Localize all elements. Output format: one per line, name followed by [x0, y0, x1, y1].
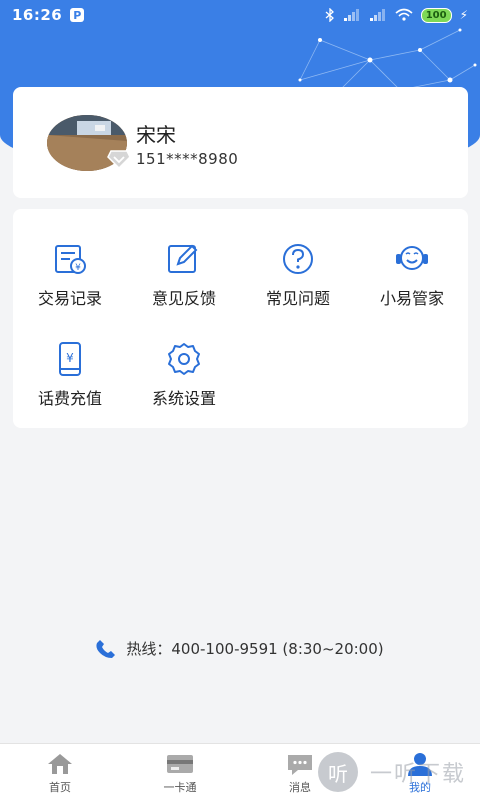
svg-text:¥: ¥	[75, 263, 81, 273]
user-phone: 151****8980	[136, 150, 239, 168]
menu-item-transaction-record[interactable]: ¥ 交易记录	[13, 242, 127, 309]
svg-text:¥: ¥	[66, 351, 74, 365]
hotline-text: 热线：400-100-9591 (8:30~20:00)	[126, 640, 384, 658]
settings-gear-icon	[168, 343, 200, 375]
profile-card[interactable]: 宋宋 151****8980	[13, 87, 468, 198]
signal-icon	[343, 9, 359, 21]
message-icon	[288, 755, 312, 775]
menu-item-label: 交易记录	[37, 289, 102, 308]
signal-2-icon	[369, 9, 385, 21]
phone-icon	[96, 639, 116, 658]
parking-notification-icon: P	[70, 8, 85, 22]
hotline[interactable]: 热线：400-100-9591 (8:30~20:00)	[0, 638, 480, 659]
phone-recharge-icon: ¥	[59, 342, 81, 376]
menu-item-label: 常见问题	[265, 289, 330, 308]
watermark-logo: 听	[318, 752, 358, 792]
menu-item-label: 话费充值	[37, 389, 102, 408]
function-menu: ¥ 交易记录 意见反馈 常见问题 小易管家 ¥ 话费充值 系统设置	[13, 209, 468, 428]
menu-item-assistant[interactable]: 小易管家	[355, 242, 469, 309]
menu-item-label: 系统设置	[151, 389, 216, 408]
status-time: 16:26	[12, 6, 63, 24]
faq-question-icon	[283, 244, 313, 274]
menu-item-faq[interactable]: 常见问题	[241, 242, 355, 309]
tab-home[interactable]: 首页	[0, 744, 120, 800]
home-icon	[48, 754, 72, 774]
battery-indicator: 100	[420, 7, 452, 23]
verified-badge-icon	[107, 150, 131, 169]
transaction-record-icon: ¥	[55, 245, 86, 274]
menu-item-label: 小易管家	[379, 289, 444, 308]
menu-item-feedback[interactable]: 意见反馈	[127, 242, 241, 309]
tab-label: 一卡通	[163, 781, 197, 794]
charging-icon: ⚡	[459, 8, 468, 22]
menu-item-label: 意见反馈	[151, 289, 216, 308]
watermark-text: 一听下载	[370, 762, 467, 787]
tab-label: 消息	[289, 781, 311, 794]
watermark: 听 一听下载	[318, 752, 466, 792]
menu-item-settings[interactable]: 系统设置	[127, 342, 241, 409]
status-bar: 16:26 P 100 ⚡	[0, 0, 480, 30]
wifi-icon	[395, 8, 413, 21]
user-name: 宋宋	[136, 123, 176, 147]
menu-item-phone-recharge[interactable]: ¥ 话费充值	[13, 342, 127, 409]
card-icon	[167, 755, 193, 773]
tab-label: 首页	[49, 781, 71, 794]
tab-card[interactable]: 一卡通	[120, 744, 240, 800]
bluetooth-icon	[325, 8, 334, 22]
customer-service-icon	[396, 246, 428, 270]
feedback-edit-icon	[168, 244, 198, 273]
